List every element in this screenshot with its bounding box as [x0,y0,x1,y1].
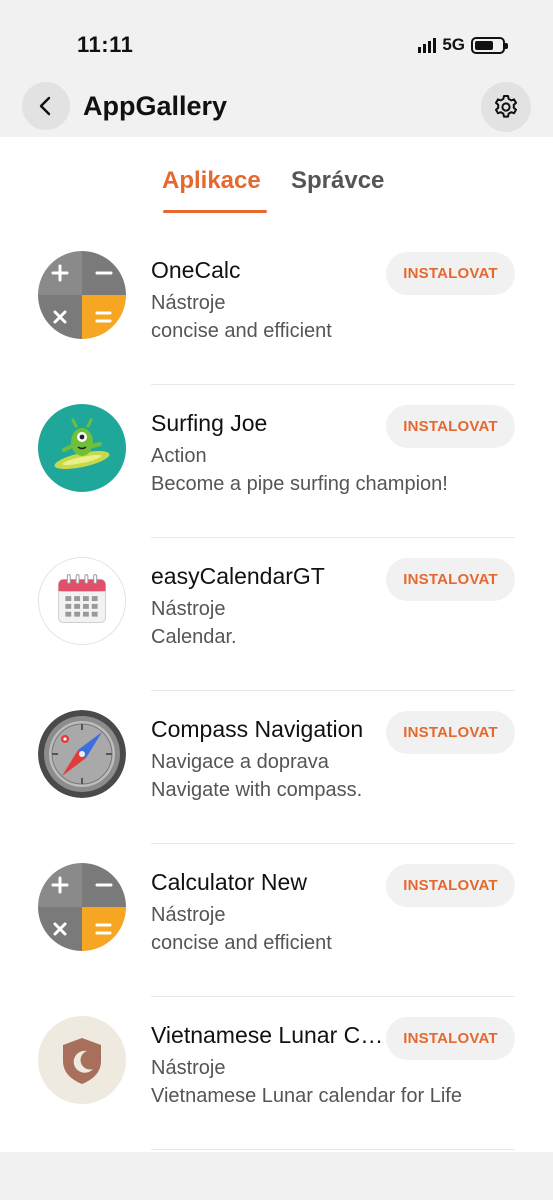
list-item[interactable]: Surfing Joe Action Become a pipe surfing… [0,385,553,538]
app-name: Compass Navigation [151,716,364,742]
battery-icon [471,36,508,54]
signal-icon [418,37,437,53]
app-description: concise and efficient [151,932,332,954]
install-button[interactable]: INSTALOVAT [386,405,515,448]
status-time: 11:11 [77,32,134,57]
app-category: Nástroje [151,292,226,314]
active-tab-indicator [163,210,267,213]
app-description: Navigate with compass. [151,779,363,801]
network-type: 5G [442,35,465,54]
status-indicators: 5G [418,34,508,56]
calculator-icon [38,863,126,951]
app-category: Action [151,445,207,467]
app-category: Nástroje [151,598,226,620]
tab-bar: Aplikace Správce [0,167,553,217]
chevron-left-icon [39,96,51,116]
list-item[interactable]: Vietnamese Lunar Calendar Nástroje Vietn… [0,997,553,1150]
status-bar: 11:11 5G [0,0,553,80]
app-name: Vietnamese Lunar Calendar [151,1022,386,1048]
install-button[interactable]: INSTALOVAT [386,711,515,754]
app-list: OneCalc Nástroje concise and efficient I… [0,232,553,1150]
main-content: Aplikace Správce OneCalc Nástroje concis… [0,137,553,1152]
moon-shield-icon [38,1016,126,1104]
install-button[interactable]: INSTALOVAT [386,252,515,295]
gear-icon [495,95,517,118]
app-category: Nástroje [151,1057,226,1079]
app-header: AppGallery [0,80,553,137]
bottom-bar [0,1152,553,1200]
list-item[interactable]: easyCalendarGT Nástroje Calendar. INSTAL… [0,538,553,691]
tab-manager[interactable]: Správce [291,167,384,195]
calculator-icon [38,251,126,339]
tab-applications[interactable]: Aplikace [162,167,261,195]
install-button[interactable]: INSTALOVAT [386,558,515,601]
list-item[interactable]: Calculator New Nástroje concise and effi… [0,844,553,997]
app-description: concise and efficient [151,320,332,342]
app-description: Vietnamese Lunar calendar for Life [151,1085,462,1107]
back-button[interactable] [22,82,70,130]
app-name: OneCalc [151,257,241,283]
settings-button[interactable] [481,82,531,132]
surfing-alien-icon [38,404,126,492]
app-name: easyCalendarGT [151,563,325,589]
app-name: Calculator New [151,869,307,895]
page-title: AppGallery [83,91,228,121]
compass-icon [38,710,126,798]
app-category: Navigace a doprava [151,751,329,773]
app-description: Become a pipe surfing champion! [151,473,448,495]
install-button[interactable]: INSTALOVAT [386,1017,515,1060]
list-item[interactable]: OneCalc Nástroje concise and efficient I… [0,232,553,385]
app-category: Nástroje [151,904,226,926]
calendar-icon [38,557,126,645]
divider [151,1149,515,1150]
app-name: Surfing Joe [151,410,268,436]
list-item[interactable]: Compass Navigation Navigace a doprava Na… [0,691,553,844]
install-button[interactable]: INSTALOVAT [386,864,515,907]
app-description: Calendar. [151,626,237,648]
